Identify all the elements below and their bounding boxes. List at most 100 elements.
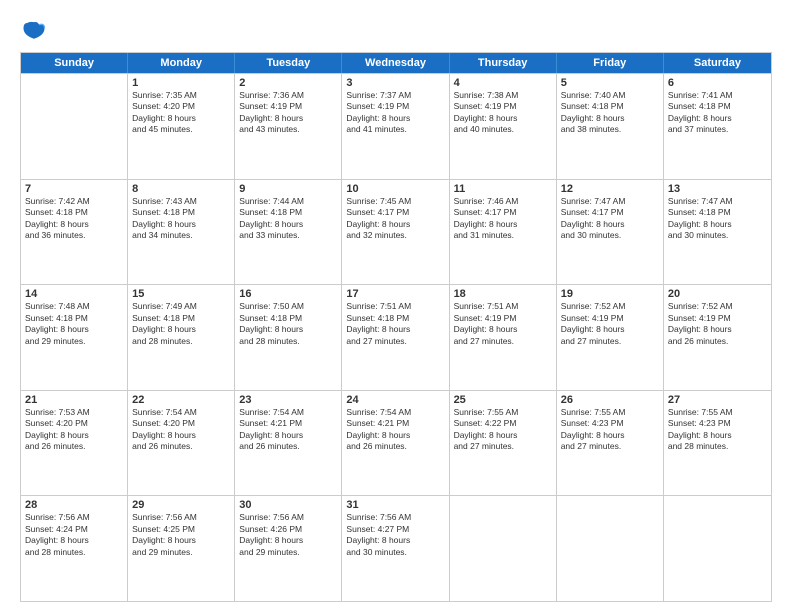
- logo-icon: [20, 16, 48, 44]
- day-info: Sunrise: 7:38 AM Sunset: 4:19 PM Dayligh…: [454, 90, 552, 136]
- cal-row-0: 1Sunrise: 7:35 AM Sunset: 4:20 PM Daylig…: [21, 73, 771, 179]
- cal-cell-day-25: 25Sunrise: 7:55 AM Sunset: 4:22 PM Dayli…: [450, 391, 557, 496]
- calendar-header-row: SundayMondayTuesdayWednesdayThursdayFrid…: [21, 53, 771, 73]
- calendar-body: 1Sunrise: 7:35 AM Sunset: 4:20 PM Daylig…: [21, 73, 771, 601]
- day-info: Sunrise: 7:54 AM Sunset: 4:21 PM Dayligh…: [346, 407, 444, 453]
- cal-header-monday: Monday: [128, 53, 235, 73]
- cal-cell-day-4: 4Sunrise: 7:38 AM Sunset: 4:19 PM Daylig…: [450, 74, 557, 179]
- day-number: 28: [25, 499, 123, 511]
- day-info: Sunrise: 7:35 AM Sunset: 4:20 PM Dayligh…: [132, 90, 230, 136]
- cal-cell-day-22: 22Sunrise: 7:54 AM Sunset: 4:20 PM Dayli…: [128, 391, 235, 496]
- day-number: 22: [132, 394, 230, 406]
- day-number: 20: [668, 288, 767, 300]
- day-number: 12: [561, 183, 659, 195]
- day-info: Sunrise: 7:51 AM Sunset: 4:19 PM Dayligh…: [454, 301, 552, 347]
- day-info: Sunrise: 7:55 AM Sunset: 4:23 PM Dayligh…: [561, 407, 659, 453]
- cal-cell-day-28: 28Sunrise: 7:56 AM Sunset: 4:24 PM Dayli…: [21, 496, 128, 601]
- day-number: 8: [132, 183, 230, 195]
- day-number: 10: [346, 183, 444, 195]
- cal-row-3: 21Sunrise: 7:53 AM Sunset: 4:20 PM Dayli…: [21, 390, 771, 496]
- day-number: 23: [239, 394, 337, 406]
- day-info: Sunrise: 7:56 AM Sunset: 4:24 PM Dayligh…: [25, 512, 123, 558]
- day-info: Sunrise: 7:56 AM Sunset: 4:25 PM Dayligh…: [132, 512, 230, 558]
- cal-cell-day-30: 30Sunrise: 7:56 AM Sunset: 4:26 PM Dayli…: [235, 496, 342, 601]
- day-info: Sunrise: 7:52 AM Sunset: 4:19 PM Dayligh…: [561, 301, 659, 347]
- cal-cell-day-9: 9Sunrise: 7:44 AM Sunset: 4:18 PM Daylig…: [235, 180, 342, 285]
- day-number: 9: [239, 183, 337, 195]
- page: SundayMondayTuesdayWednesdayThursdayFrid…: [0, 0, 792, 612]
- cal-row-4: 28Sunrise: 7:56 AM Sunset: 4:24 PM Dayli…: [21, 495, 771, 601]
- cal-cell-day-3: 3Sunrise: 7:37 AM Sunset: 4:19 PM Daylig…: [342, 74, 449, 179]
- cal-header-tuesday: Tuesday: [235, 53, 342, 73]
- cal-cell-day-13: 13Sunrise: 7:47 AM Sunset: 4:18 PM Dayli…: [664, 180, 771, 285]
- day-number: 29: [132, 499, 230, 511]
- day-info: Sunrise: 7:56 AM Sunset: 4:27 PM Dayligh…: [346, 512, 444, 558]
- day-number: 2: [239, 77, 337, 89]
- cal-cell-day-5: 5Sunrise: 7:40 AM Sunset: 4:18 PM Daylig…: [557, 74, 664, 179]
- cal-cell-day-14: 14Sunrise: 7:48 AM Sunset: 4:18 PM Dayli…: [21, 285, 128, 390]
- cal-header-thursday: Thursday: [450, 53, 557, 73]
- cal-cell-day-23: 23Sunrise: 7:54 AM Sunset: 4:21 PM Dayli…: [235, 391, 342, 496]
- cal-cell-day-31: 31Sunrise: 7:56 AM Sunset: 4:27 PM Dayli…: [342, 496, 449, 601]
- calendar: SundayMondayTuesdayWednesdayThursdayFrid…: [20, 52, 772, 602]
- day-info: Sunrise: 7:56 AM Sunset: 4:26 PM Dayligh…: [239, 512, 337, 558]
- cal-cell-day-15: 15Sunrise: 7:49 AM Sunset: 4:18 PM Dayli…: [128, 285, 235, 390]
- cal-cell-day-12: 12Sunrise: 7:47 AM Sunset: 4:17 PM Dayli…: [557, 180, 664, 285]
- cal-cell-empty-4-5: [557, 496, 664, 601]
- cal-header-friday: Friday: [557, 53, 664, 73]
- day-info: Sunrise: 7:37 AM Sunset: 4:19 PM Dayligh…: [346, 90, 444, 136]
- cal-row-2: 14Sunrise: 7:48 AM Sunset: 4:18 PM Dayli…: [21, 284, 771, 390]
- day-info: Sunrise: 7:46 AM Sunset: 4:17 PM Dayligh…: [454, 196, 552, 242]
- day-number: 27: [668, 394, 767, 406]
- day-info: Sunrise: 7:54 AM Sunset: 4:21 PM Dayligh…: [239, 407, 337, 453]
- cal-row-1: 7Sunrise: 7:42 AM Sunset: 4:18 PM Daylig…: [21, 179, 771, 285]
- cal-cell-day-16: 16Sunrise: 7:50 AM Sunset: 4:18 PM Dayli…: [235, 285, 342, 390]
- day-number: 3: [346, 77, 444, 89]
- cal-cell-day-20: 20Sunrise: 7:52 AM Sunset: 4:19 PM Dayli…: [664, 285, 771, 390]
- day-number: 24: [346, 394, 444, 406]
- cal-cell-day-7: 7Sunrise: 7:42 AM Sunset: 4:18 PM Daylig…: [21, 180, 128, 285]
- day-info: Sunrise: 7:43 AM Sunset: 4:18 PM Dayligh…: [132, 196, 230, 242]
- day-info: Sunrise: 7:54 AM Sunset: 4:20 PM Dayligh…: [132, 407, 230, 453]
- cal-cell-day-11: 11Sunrise: 7:46 AM Sunset: 4:17 PM Dayli…: [450, 180, 557, 285]
- day-number: 26: [561, 394, 659, 406]
- day-info: Sunrise: 7:36 AM Sunset: 4:19 PM Dayligh…: [239, 90, 337, 136]
- day-number: 7: [25, 183, 123, 195]
- day-info: Sunrise: 7:53 AM Sunset: 4:20 PM Dayligh…: [25, 407, 123, 453]
- day-number: 18: [454, 288, 552, 300]
- day-info: Sunrise: 7:48 AM Sunset: 4:18 PM Dayligh…: [25, 301, 123, 347]
- cal-cell-day-8: 8Sunrise: 7:43 AM Sunset: 4:18 PM Daylig…: [128, 180, 235, 285]
- day-number: 6: [668, 77, 767, 89]
- cal-cell-day-17: 17Sunrise: 7:51 AM Sunset: 4:18 PM Dayli…: [342, 285, 449, 390]
- cal-cell-empty-0-0: [21, 74, 128, 179]
- cal-cell-empty-4-6: [664, 496, 771, 601]
- day-number: 17: [346, 288, 444, 300]
- cal-header-saturday: Saturday: [664, 53, 771, 73]
- cal-cell-day-27: 27Sunrise: 7:55 AM Sunset: 4:23 PM Dayli…: [664, 391, 771, 496]
- cal-cell-day-2: 2Sunrise: 7:36 AM Sunset: 4:19 PM Daylig…: [235, 74, 342, 179]
- day-info: Sunrise: 7:52 AM Sunset: 4:19 PM Dayligh…: [668, 301, 767, 347]
- day-number: 16: [239, 288, 337, 300]
- day-info: Sunrise: 7:47 AM Sunset: 4:18 PM Dayligh…: [668, 196, 767, 242]
- day-number: 25: [454, 394, 552, 406]
- day-number: 19: [561, 288, 659, 300]
- day-info: Sunrise: 7:55 AM Sunset: 4:23 PM Dayligh…: [668, 407, 767, 453]
- day-number: 5: [561, 77, 659, 89]
- day-info: Sunrise: 7:44 AM Sunset: 4:18 PM Dayligh…: [239, 196, 337, 242]
- cal-cell-day-26: 26Sunrise: 7:55 AM Sunset: 4:23 PM Dayli…: [557, 391, 664, 496]
- day-info: Sunrise: 7:42 AM Sunset: 4:18 PM Dayligh…: [25, 196, 123, 242]
- day-info: Sunrise: 7:50 AM Sunset: 4:18 PM Dayligh…: [239, 301, 337, 347]
- cal-cell-day-1: 1Sunrise: 7:35 AM Sunset: 4:20 PM Daylig…: [128, 74, 235, 179]
- day-number: 30: [239, 499, 337, 511]
- day-number: 13: [668, 183, 767, 195]
- header: [20, 16, 772, 44]
- cal-cell-day-10: 10Sunrise: 7:45 AM Sunset: 4:17 PM Dayli…: [342, 180, 449, 285]
- cal-cell-day-24: 24Sunrise: 7:54 AM Sunset: 4:21 PM Dayli…: [342, 391, 449, 496]
- day-info: Sunrise: 7:51 AM Sunset: 4:18 PM Dayligh…: [346, 301, 444, 347]
- cal-cell-day-6: 6Sunrise: 7:41 AM Sunset: 4:18 PM Daylig…: [664, 74, 771, 179]
- logo: [20, 16, 52, 44]
- day-info: Sunrise: 7:41 AM Sunset: 4:18 PM Dayligh…: [668, 90, 767, 136]
- day-number: 21: [25, 394, 123, 406]
- cal-cell-empty-4-4: [450, 496, 557, 601]
- day-number: 14: [25, 288, 123, 300]
